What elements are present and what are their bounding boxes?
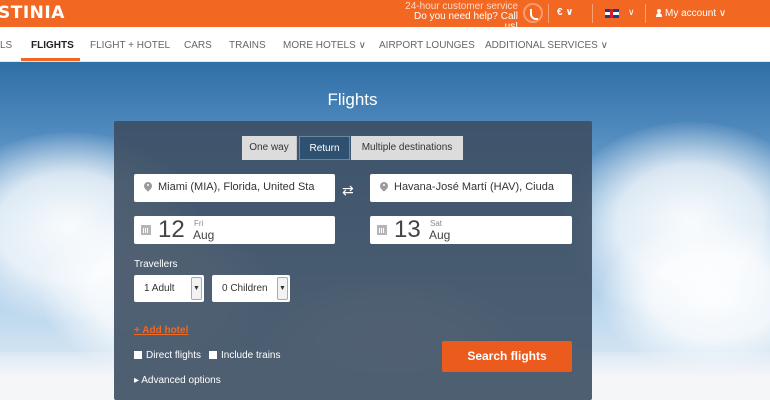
adults-select[interactable]: 1 Adult ▼ (134, 275, 204, 302)
nav-item-additional-services[interactable]: ADDITIONAL SERVICES ∨ (485, 40, 608, 51)
children-select[interactable]: 0 Children ▼ (212, 275, 290, 302)
location-pin-icon (144, 182, 152, 193)
my-account-menu[interactable]: My account ∨ (656, 8, 726, 19)
account-label: My account ∨ (665, 8, 727, 19)
trip-type-one-way[interactable]: One way (242, 136, 297, 160)
swap-icon[interactable]: ⇄ (342, 183, 354, 199)
depart-month: Aug (193, 228, 215, 242)
nav-item-flights[interactable]: FLIGHTS (31, 40, 74, 51)
direct-flights-label: Direct flights (146, 350, 202, 361)
nav-item-trains[interactable]: TRAINS (229, 40, 266, 51)
user-icon (656, 9, 662, 17)
checkbox[interactable] (209, 351, 217, 359)
nav-item-flight-hotel[interactable]: FLIGHT + HOTEL (90, 40, 170, 51)
depart-day: 12 (158, 216, 185, 243)
chevron-down-icon: ▼ (277, 277, 288, 300)
travellers-label: Travellers (134, 259, 178, 270)
add-hotel-link[interactable]: + Add hotel (134, 325, 188, 336)
trip-type-return[interactable]: Return (299, 136, 350, 160)
include-trains-checkbox[interactable]: Include trains (209, 350, 280, 361)
return-month: Aug (429, 228, 451, 242)
nav-item-airport-lounges[interactable]: AIRPORT LOUNGES (379, 40, 475, 51)
phone-icon[interactable] (523, 3, 543, 23)
search-flights-button[interactable]: Search flights (442, 341, 572, 372)
active-tab-indicator (21, 58, 80, 61)
direct-flights-checkbox[interactable]: Direct flights (134, 350, 201, 361)
calendar-icon (141, 225, 151, 235)
nav-item-hotels[interactable]: LS (0, 40, 12, 51)
destination-value: Havana-José Martí (HAV), Ciuda (394, 181, 554, 193)
return-date-field[interactable]: 13 Sat Aug (370, 216, 572, 244)
depart-date-field[interactable]: 12 Fri Aug (134, 216, 335, 244)
currency-selector[interactable]: € ∨ (557, 7, 573, 18)
nav-item-more-hotels[interactable]: MORE HOTELS ∨ (283, 40, 366, 51)
trip-type-multiple[interactable]: Multiple destinations (351, 136, 463, 160)
destination-input[interactable]: Havana-José Martí (HAV), Ciuda (370, 174, 572, 202)
advanced-options-toggle[interactable]: ▸ Advanced options (134, 375, 221, 386)
depart-weekday: Fri (194, 219, 204, 228)
chevron-down-icon: ▼ (191, 277, 202, 300)
origin-input[interactable]: Miami (MIA), Florida, United Sta (134, 174, 335, 202)
divider (592, 4, 593, 23)
uk-flag-icon[interactable] (605, 9, 619, 18)
top-bar: STINIA 24-hour customer service Do you n… (0, 0, 770, 32)
language-chevron[interactable]: ∨ (628, 7, 635, 18)
adults-value: 1 Adult (144, 283, 175, 294)
nav-item-cars[interactable]: CARS (184, 40, 212, 51)
main-nav: LS FLIGHTS FLIGHT + HOTEL CARS TRAINS MO… (0, 27, 770, 62)
location-pin-icon (380, 182, 388, 193)
checkbox[interactable] (134, 351, 142, 359)
brand-logo[interactable]: STINIA (0, 3, 65, 23)
include-trains-label: Include trains (221, 350, 281, 361)
divider (645, 4, 646, 23)
origin-value: Miami (MIA), Florida, United Sta (158, 181, 315, 193)
calendar-icon (377, 225, 387, 235)
return-day: 13 (394, 216, 421, 243)
page-title: Flights (327, 90, 378, 109)
return-weekday: Sat (430, 219, 443, 228)
children-value: 0 Children (222, 283, 268, 294)
divider (548, 4, 549, 23)
